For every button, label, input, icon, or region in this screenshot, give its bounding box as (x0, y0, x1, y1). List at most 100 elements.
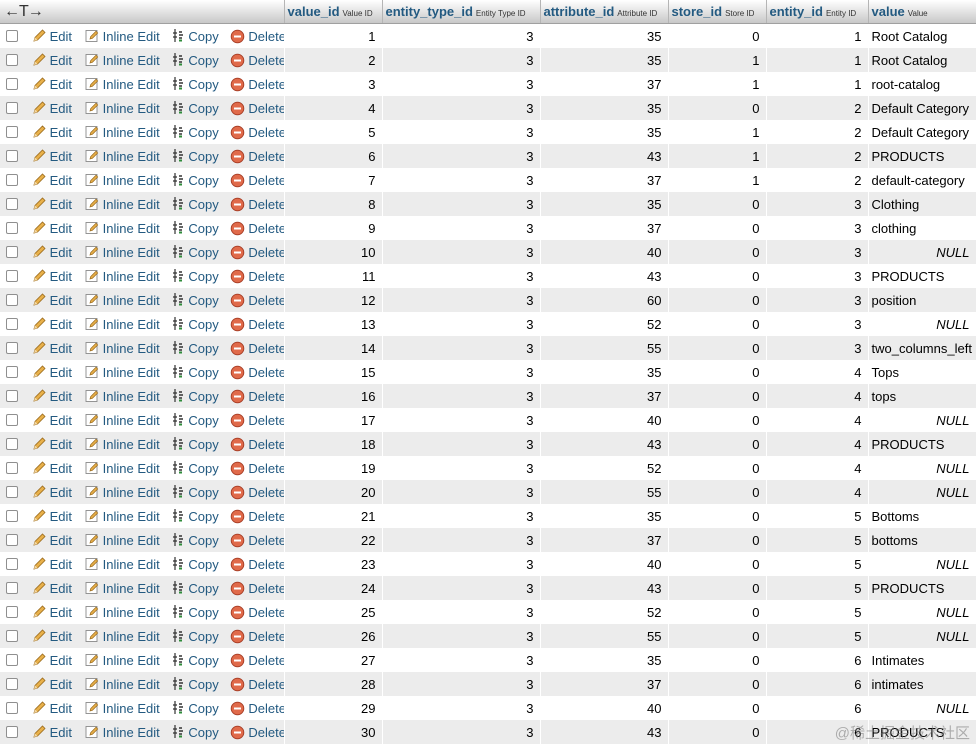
cell-store-id[interactable]: 0 (668, 528, 767, 552)
cell-entity-type-id[interactable]: 3 (382, 552, 541, 576)
cell-value[interactable]: tops (868, 384, 976, 408)
edit-button[interactable]: Edit (31, 76, 72, 92)
cell-value[interactable]: NULL (868, 312, 976, 336)
cell-store-id[interactable]: 0 (668, 360, 767, 384)
copy-button[interactable]: Copy (171, 604, 219, 620)
cell-entity-id[interactable]: 1 (766, 72, 869, 96)
cell-attribute-id[interactable]: 35 (540, 96, 669, 120)
copy-button[interactable]: Copy (171, 364, 219, 380)
cell-store-id[interactable]: 1 (668, 48, 767, 72)
cell-value[interactable]: PRODUCTS (868, 576, 976, 600)
edit-button[interactable]: Edit (31, 604, 72, 620)
edit-button[interactable]: Edit (31, 52, 72, 68)
cell-value-id[interactable]: 12 (284, 288, 383, 312)
cell-entity-type-id[interactable]: 3 (382, 648, 541, 672)
cell-value[interactable]: root-catalog (868, 72, 976, 96)
edit-button[interactable]: Edit (31, 652, 72, 668)
cell-entity-id[interactable]: 6 (766, 672, 869, 696)
row-checkbox[interactable] (6, 174, 18, 187)
cell-entity-type-id[interactable]: 3 (382, 240, 541, 264)
cell-entity-id[interactable]: 4 (766, 408, 869, 432)
cell-value-id[interactable]: 21 (284, 504, 383, 528)
inline-edit-button[interactable]: Inline Edit (84, 100, 160, 116)
row-checkbox[interactable] (6, 366, 18, 379)
inline-edit-button[interactable]: Inline Edit (84, 460, 160, 476)
row-checkbox[interactable] (6, 510, 18, 523)
cell-entity-id[interactable]: 4 (766, 480, 869, 504)
cell-store-id[interactable]: 0 (668, 336, 767, 360)
cell-entity-type-id[interactable]: 3 (382, 96, 541, 120)
cell-value[interactable]: Bottoms (868, 504, 976, 528)
cell-entity-type-id[interactable]: 3 (382, 480, 541, 504)
cell-attribute-id[interactable]: 52 (540, 600, 669, 624)
cell-value[interactable]: PRODUCTS (868, 264, 976, 288)
delete-button[interactable]: Delete (230, 485, 283, 500)
cell-value[interactable]: bottoms (868, 528, 976, 552)
cell-entity-type-id[interactable]: 3 (382, 23, 541, 48)
copy-button[interactable]: Copy (171, 220, 219, 236)
cell-attribute-id[interactable]: 40 (540, 408, 669, 432)
cell-value[interactable]: PRODUCTS (868, 432, 976, 456)
delete-button[interactable]: Delete (230, 629, 283, 644)
inline-edit-button[interactable]: Inline Edit (84, 220, 160, 236)
inline-edit-button[interactable]: Inline Edit (84, 76, 160, 92)
cell-entity-id[interactable]: 5 (766, 600, 869, 624)
cell-attribute-id[interactable]: 37 (540, 216, 669, 240)
cell-value[interactable]: Clothing (868, 192, 976, 216)
delete-button[interactable]: Delete (230, 701, 283, 716)
row-checkbox[interactable] (6, 222, 18, 235)
cell-value-id[interactable]: 27 (284, 648, 383, 672)
delete-button[interactable]: Delete (230, 365, 283, 380)
inline-edit-button[interactable]: Inline Edit (84, 580, 160, 596)
sort-arrows-header[interactable]: ←T→ (0, 0, 285, 24)
row-checkbox[interactable] (6, 54, 18, 67)
cell-store-id[interactable]: 0 (668, 456, 767, 480)
inline-edit-button[interactable]: Inline Edit (84, 316, 160, 332)
cell-value-id[interactable]: 1 (284, 23, 383, 48)
edit-button[interactable]: Edit (31, 580, 72, 596)
cell-value[interactable]: Default Category (868, 96, 976, 120)
cell-value[interactable]: default-category (868, 168, 976, 192)
edit-button[interactable]: Edit (31, 316, 72, 332)
cell-value-id[interactable]: 13 (284, 312, 383, 336)
cell-value-id[interactable]: 22 (284, 528, 383, 552)
cell-value[interactable]: Root Catalog (868, 48, 976, 72)
cell-entity-id[interactable]: 6 (766, 720, 869, 744)
cell-value-id[interactable]: 30 (284, 720, 383, 744)
cell-value-id[interactable]: 9 (284, 216, 383, 240)
inline-edit-button[interactable]: Inline Edit (84, 628, 160, 644)
copy-button[interactable]: Copy (171, 436, 219, 452)
cell-entity-id[interactable]: 4 (766, 384, 869, 408)
inline-edit-button[interactable]: Inline Edit (84, 556, 160, 572)
cell-entity-type-id[interactable]: 3 (382, 528, 541, 552)
copy-button[interactable]: Copy (171, 532, 219, 548)
inline-edit-button[interactable]: Inline Edit (84, 508, 160, 524)
cell-store-id[interactable]: 0 (668, 672, 767, 696)
inline-edit-button[interactable]: Inline Edit (84, 652, 160, 668)
delete-button[interactable]: Delete (230, 725, 283, 740)
delete-button[interactable]: Delete (230, 413, 283, 428)
cell-entity-type-id[interactable]: 3 (382, 408, 541, 432)
cell-entity-type-id[interactable]: 3 (382, 720, 541, 744)
delete-button[interactable]: Delete (230, 581, 283, 596)
delete-button[interactable]: Delete (230, 605, 283, 620)
cell-attribute-id[interactable]: 40 (540, 240, 669, 264)
cell-entity-id[interactable]: 2 (766, 96, 869, 120)
cell-value-id[interactable]: 14 (284, 336, 383, 360)
delete-button[interactable]: Delete (230, 557, 283, 572)
cell-value[interactable]: Root Catalog (868, 23, 976, 48)
row-checkbox[interactable] (6, 582, 18, 595)
cell-value-id[interactable]: 15 (284, 360, 383, 384)
cell-value[interactable]: PRODUCTS (868, 720, 976, 744)
cell-entity-type-id[interactable]: 3 (382, 336, 541, 360)
copy-button[interactable]: Copy (171, 76, 219, 92)
cell-value-id[interactable]: 29 (284, 696, 383, 720)
cell-store-id[interactable]: 0 (668, 216, 767, 240)
cell-entity-type-id[interactable]: 3 (382, 288, 541, 312)
cell-entity-type-id[interactable]: 3 (382, 672, 541, 696)
copy-button[interactable]: Copy (171, 724, 219, 740)
cell-value[interactable]: NULL (868, 456, 976, 480)
copy-button[interactable]: Copy (171, 460, 219, 476)
column-header-attribute-id[interactable]: attribute_id Attribute ID (540, 0, 669, 24)
cell-value[interactable]: Default Category (868, 120, 976, 144)
